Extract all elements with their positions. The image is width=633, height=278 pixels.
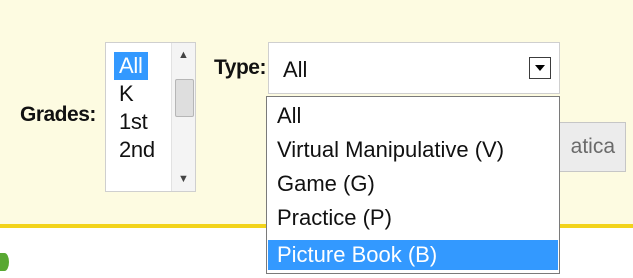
type-option-picture-book[interactable]: Picture Book (B) <box>268 240 558 270</box>
type-select[interactable]: All <box>268 42 560 94</box>
type-option-practice[interactable]: Practice (P) <box>268 203 558 233</box>
dropdown-arrow-button[interactable] <box>529 57 551 79</box>
type-option-virtual-manipulative[interactable]: Virtual Manipulative (V) <box>268 135 558 165</box>
scroll-thumb[interactable] <box>175 79 194 117</box>
chevron-down-icon <box>535 65 545 71</box>
type-label: Type: <box>214 56 266 79</box>
grades-listbox[interactable]: All K 1st 2nd ▲ ▼ <box>105 42 196 192</box>
scroll-up-icon[interactable]: ▲ <box>172 49 195 61</box>
green-bullet-icon <box>0 253 9 271</box>
grades-option-1st[interactable]: 1st <box>114 108 152 136</box>
grades-scrollbar[interactable]: ▲ ▼ <box>171 43 195 191</box>
scroll-down-icon[interactable]: ▼ <box>172 173 195 185</box>
type-option-game[interactable]: Game (G) <box>268 169 558 199</box>
grades-option-2nd[interactable]: 2nd <box>114 136 160 164</box>
grades-option-all[interactable]: All <box>114 52 148 80</box>
type-select-value: All <box>283 57 308 82</box>
partial-button-label: atica <box>570 135 615 158</box>
type-option-all[interactable]: All <box>268 101 558 131</box>
grades-label: Grades: <box>20 103 96 126</box>
grades-option-k[interactable]: K <box>114 80 138 108</box>
type-dropdown-list[interactable]: All Virtual Manipulative (V) Game (G) Pr… <box>266 96 560 274</box>
